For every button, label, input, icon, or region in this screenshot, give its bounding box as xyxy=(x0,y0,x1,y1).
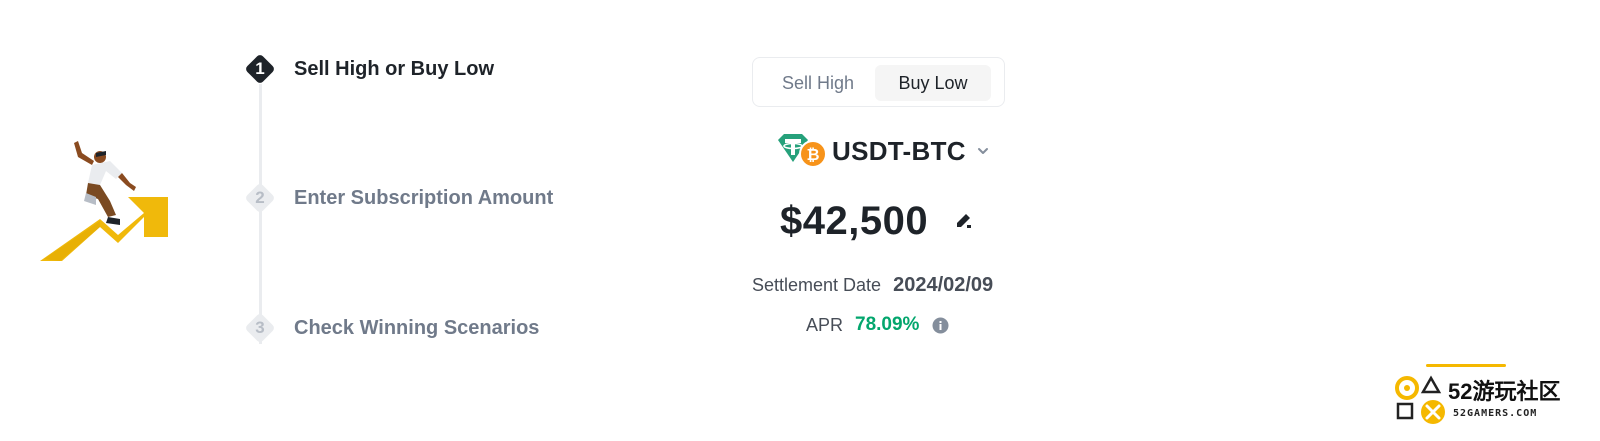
settlement-date-row: Settlement Date 2024/02/09 xyxy=(752,271,993,299)
apr-label: APR xyxy=(806,314,844,335)
step-number-badge: 3 xyxy=(243,311,277,345)
steps-guide: 1 Sell High or Buy Low 2 Enter Subscript… xyxy=(243,50,643,350)
step-number-badge: 1 xyxy=(243,52,277,86)
controller-buttons-icon xyxy=(1395,375,1445,424)
amount-display: $42,500 xyxy=(780,195,976,247)
step-label: Enter Subscription Amount xyxy=(294,186,554,209)
pair-name: USDT-BTC xyxy=(832,135,966,166)
apr-value: 78.09% xyxy=(855,314,920,335)
svg-text:₿: ₿ xyxy=(806,146,819,164)
step-number-badge: 2 xyxy=(243,181,277,215)
settlement-date-value: 2024/02/09 xyxy=(893,273,994,296)
step-label: Sell High or Buy Low xyxy=(294,57,495,80)
apr-row: APR 78.09% xyxy=(806,311,949,339)
step-number: 1 xyxy=(255,59,265,78)
step-2[interactable]: 2 Enter Subscription Amount xyxy=(243,180,553,216)
pair-selector[interactable]: ₿ USDT-BTC xyxy=(776,132,990,170)
bitcoin-icon: ₿ xyxy=(799,140,827,168)
step-number: 2 xyxy=(255,188,265,207)
step-3[interactable]: 3 Check Winning Scenarios xyxy=(243,310,539,346)
watermark-subtitle: 52GAMERS.COM xyxy=(1453,408,1538,419)
settlement-date-label: Settlement Date xyxy=(752,274,882,295)
step-label: Check Winning Scenarios xyxy=(294,316,540,339)
subscription-amount: $42,500 xyxy=(780,198,929,243)
direction-toggle: Sell High Buy Low xyxy=(752,57,1005,107)
step-number: 3 xyxy=(255,318,265,337)
watermark-title: 52游玩社区 xyxy=(1448,379,1561,404)
step-1[interactable]: 1 Sell High or Buy Low xyxy=(243,51,494,87)
info-icon[interactable] xyxy=(932,317,949,334)
sell-high-button[interactable]: Sell High xyxy=(761,65,875,101)
buy-low-button[interactable]: Buy Low xyxy=(875,65,991,101)
watermark-logo: 52游玩社区 52GAMERS.COM xyxy=(1393,362,1593,432)
person-riding-arrow-illustration xyxy=(40,135,172,265)
pair-icons: ₿ xyxy=(776,132,830,170)
chevron-down-icon xyxy=(977,148,988,154)
edit-pencil-icon[interactable] xyxy=(954,210,976,232)
